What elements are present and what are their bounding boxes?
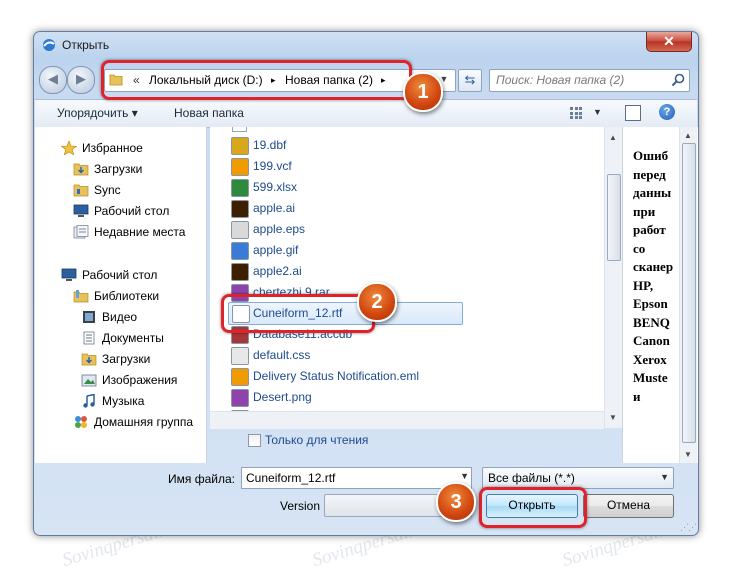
- view-options-icon[interactable]: [569, 106, 583, 120]
- vcf-file-icon: [231, 158, 249, 176]
- file-list: 19.dbf 199.vcf 599.xlsx apple.ai apple.eps ap…: [210, 127, 615, 428]
- view-dropdown-icon[interactable]: ▼: [593, 107, 602, 117]
- recent-places-icon: [73, 225, 89, 239]
- arrow-right-icon: ▶: [76, 71, 86, 86]
- search-icon[interactable]: [671, 73, 685, 87]
- eps-file-icon: [231, 221, 249, 239]
- callout-badge-1: 1: [403, 72, 443, 112]
- ai-file-icon: [231, 263, 249, 281]
- eml-file-icon: [231, 368, 249, 386]
- checkbox-icon[interactable]: [248, 434, 261, 447]
- new-folder-button[interactable]: Новая папка: [174, 106, 244, 120]
- chevron-down-icon[interactable]: ▼: [460, 471, 469, 481]
- gif-file-icon: [231, 242, 249, 260]
- filetype-select[interactable]: Все файлы (*.*) ▼: [482, 467, 674, 489]
- file-list-scrollbar[interactable]: ▲ ▼: [604, 127, 622, 428]
- address-highlight: [101, 60, 412, 100]
- window-title: Открыть: [62, 38, 110, 52]
- xlsx-file-icon: [231, 179, 249, 197]
- downloads-folder-icon: [73, 162, 89, 176]
- file-row[interactable]: apple.gif: [210, 240, 470, 261]
- scrollbar-thumb[interactable]: [607, 174, 621, 261]
- chevron-down-icon[interactable]: ▼: [660, 472, 669, 482]
- navigation-pane: Избранное Загрузки Sync Рабочий стол Нед…: [35, 127, 207, 463]
- homegroup-icon: [73, 415, 89, 429]
- libraries-icon: [73, 289, 89, 303]
- video-library-icon: [81, 310, 97, 324]
- arrow-left-icon: ◀: [48, 71, 58, 86]
- forward-button[interactable]: ▶: [67, 66, 95, 94]
- file-name: 19.dbf: [253, 138, 287, 152]
- ai-file-icon: [231, 200, 249, 218]
- file-row[interactable]: Desert.png: [210, 387, 470, 408]
- filename-value: Cuneiform_12.rtf: [246, 471, 336, 485]
- downloads-folder-icon: [81, 352, 97, 366]
- refresh-icon: ⇆: [464, 72, 476, 87]
- cancel-button[interactable]: Отмена: [583, 494, 674, 518]
- callout-badge-3: 3: [436, 482, 476, 522]
- close-icon: ✕: [663, 33, 675, 49]
- resize-grip-icon[interactable]: ⋰⋰: [680, 522, 697, 533]
- file-list-item-partial: [232, 127, 247, 132]
- close-button[interactable]: ✕: [646, 32, 692, 52]
- file-name: 199.vcf: [253, 159, 292, 173]
- documents-library-icon: [81, 331, 97, 345]
- file-row[interactable]: Delivery Status Notification.eml: [210, 366, 470, 387]
- desktop-icon: [73, 204, 89, 218]
- dbf-file-icon: [231, 137, 249, 155]
- file-row[interactable]: 599.xlsx: [210, 177, 470, 198]
- search-placeholder: Поиск: Новая папка (2): [496, 73, 625, 87]
- file-name: apple2.ai: [253, 264, 302, 278]
- file-name: 599.xlsx: [253, 180, 298, 194]
- music-library-icon: [81, 393, 97, 408]
- scroll-down-icon[interactable]: ▼: [684, 450, 692, 459]
- file-name: default.css: [253, 348, 311, 362]
- desktop-icon: [61, 268, 77, 282]
- filename-input[interactable]: Cuneiform_12.rtf ▼: [241, 467, 472, 489]
- refresh-button[interactable]: ⇆: [458, 69, 482, 92]
- file-row[interactable]: apple.ai: [210, 198, 470, 219]
- scroll-up-icon[interactable]: ▲: [609, 133, 617, 142]
- file-name: apple.gif: [253, 243, 299, 257]
- file-highlight: [221, 294, 375, 333]
- star-icon: [60, 140, 78, 156]
- search-input[interactable]: Поиск: Новая папка (2): [489, 69, 690, 92]
- app-icon: [43, 39, 55, 51]
- filename-label: Имя файла:: [168, 472, 235, 486]
- filetype-value: Все файлы (*.*): [488, 471, 575, 485]
- callout-badge-2: 2: [357, 282, 397, 322]
- file-row[interactable]: 199.vcf: [210, 156, 470, 177]
- png-file-icon: [231, 389, 249, 407]
- preview-pane-icon[interactable]: [625, 105, 641, 121]
- back-button[interactable]: ◀: [39, 66, 67, 94]
- file-name: apple.eps: [253, 222, 306, 236]
- file-row[interactable]: apple.eps: [210, 219, 470, 240]
- open-button-highlight: [479, 487, 587, 528]
- organize-button[interactable]: Упорядочить ▾: [57, 106, 138, 120]
- command-bar: Упорядочить ▾ Новая папка ▼ ?: [35, 99, 697, 128]
- preview-scrollbar[interactable]: ▲ ▼: [679, 127, 697, 463]
- file-name: Desert.png: [253, 390, 312, 404]
- file-row[interactable]: 19.dbf: [210, 135, 470, 156]
- file-name: apple.ai: [253, 201, 296, 215]
- scroll-down-icon[interactable]: ▼: [609, 413, 617, 422]
- readonly-label: Только для чтения: [265, 433, 369, 447]
- scroll-up-icon[interactable]: ▲: [684, 131, 692, 140]
- css-file-icon: [231, 347, 249, 365]
- file-row[interactable]: default.css: [210, 345, 470, 366]
- sync-folder-icon: [73, 183, 89, 197]
- file-list-horizontal-scrollbar[interactable]: [210, 411, 604, 429]
- file-row[interactable]: apple2.ai: [210, 261, 470, 282]
- images-library-icon: [81, 373, 97, 387]
- help-icon[interactable]: ?: [659, 104, 675, 120]
- scrollbar-thumb[interactable]: [682, 143, 696, 443]
- title-bar[interactable]: Открыть ✕: [34, 32, 698, 58]
- file-name: Delivery Status Notification.eml: [253, 369, 420, 383]
- version-label: Version: [280, 499, 321, 513]
